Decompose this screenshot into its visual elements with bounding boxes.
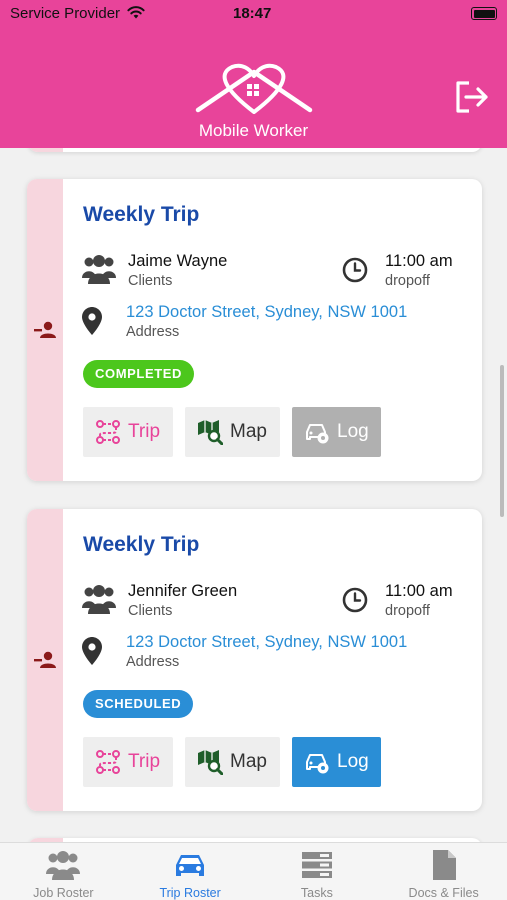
trip-title: Weekly Trip <box>83 533 200 556</box>
battery-icon <box>471 7 497 20</box>
trip-button-label: Trip <box>128 751 161 772</box>
trip-card[interactable]: Weekly Trip Jaime Wayne Clients 11:00 am… <box>27 179 482 481</box>
trip-card[interactable]: Weekly Trip Jennifer Green Clients 11:00… <box>27 509 482 811</box>
document-icon <box>432 850 456 880</box>
client-name: Jaime Wayne <box>128 252 228 270</box>
tasks-icon <box>301 852 332 878</box>
trip-title: Weekly Trip <box>83 203 200 226</box>
trip-time: 11:00 am <box>385 252 453 270</box>
clients-icon <box>82 585 116 614</box>
map-button[interactable]: Map <box>185 407 280 457</box>
car-settings-icon <box>306 754 329 774</box>
wifi-icon <box>127 6 145 19</box>
tab-docs-files[interactable]: Docs & Files <box>380 843 507 900</box>
map-button-label: Map <box>230 751 267 772</box>
tab-bar: Job Roster Trip Roster Tasks Docs & File… <box>0 842 507 900</box>
route-icon <box>96 750 120 774</box>
tab-tasks[interactable]: Tasks <box>254 843 381 900</box>
app-header: Mobile Worker <box>0 28 507 148</box>
tab-label: Trip Roster <box>159 886 221 900</box>
map-search-icon <box>198 420 223 445</box>
clock-time: 18:47 <box>233 5 272 22</box>
clock-icon <box>342 257 368 283</box>
tab-label: Job Roster <box>33 886 94 900</box>
log-button[interactable]: Log <box>292 737 381 787</box>
map-button-label: Map <box>230 421 267 442</box>
app-title: Mobile Worker <box>198 121 309 140</box>
trip-time-label: dropoff <box>385 603 430 619</box>
car-icon <box>176 855 205 876</box>
scrollbar[interactable] <box>500 365 504 517</box>
status-badge: SCHEDULED <box>83 690 194 718</box>
tab-job-roster[interactable]: Job Roster <box>0 843 127 900</box>
car-settings-icon <box>306 424 329 444</box>
route-icon <box>96 420 120 444</box>
log-button[interactable]: Log <box>292 407 381 457</box>
trip-list[interactable]: Weekly Trip Jaime Wayne Clients 11:00 am… <box>0 148 507 842</box>
status-bar: Service Provider 18:47 <box>0 0 507 28</box>
trip-time-label: dropoff <box>385 273 430 289</box>
map-search-icon <box>198 750 223 775</box>
log-button-label: Log <box>337 751 369 772</box>
location-pin-icon <box>82 307 102 335</box>
trip-button[interactable]: Trip <box>83 407 173 457</box>
address-link[interactable]: 123 Doctor Street, Sydney, NSW 1001 <box>126 633 407 652</box>
trip-time: 11:00 am <box>385 582 453 600</box>
trip-button-label: Trip <box>128 421 161 442</box>
tab-trip-roster[interactable]: Trip Roster <box>127 843 254 900</box>
location-pin-icon <box>82 637 102 665</box>
clients-icon <box>82 255 116 284</box>
people-icon <box>46 851 81 880</box>
map-button[interactable]: Map <box>185 737 280 787</box>
log-button-label: Log <box>337 421 369 442</box>
address-label: Address <box>126 324 180 340</box>
status-badge: COMPLETED <box>83 360 195 388</box>
address-link[interactable]: 123 Doctor Street, Sydney, NSW 1001 <box>126 303 407 322</box>
address-label: Address <box>126 654 180 670</box>
remove-person-icon[interactable] <box>34 651 58 669</box>
clock-icon <box>342 587 368 613</box>
logout-icon[interactable] <box>453 78 491 116</box>
tab-label: Docs & Files <box>408 886 479 900</box>
trip-button[interactable]: Trip <box>83 737 173 787</box>
house-heart-logo-icon <box>195 63 313 114</box>
client-name: Jennifer Green <box>128 582 238 600</box>
client-label: Clients <box>128 603 173 619</box>
trip-card-partial[interactable] <box>28 148 482 152</box>
carrier-name: Service Provider <box>10 5 121 22</box>
client-label: Clients <box>128 273 173 289</box>
tab-label: Tasks <box>300 886 333 900</box>
remove-person-icon[interactable] <box>34 321 58 339</box>
